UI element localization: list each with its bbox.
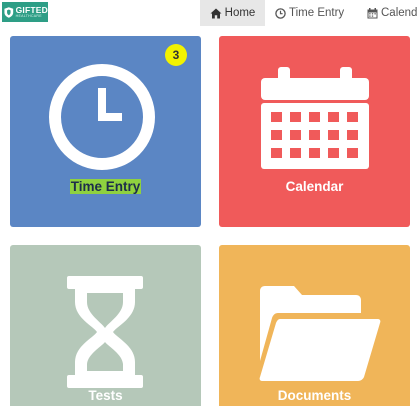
tile-tests[interactable]: Tests <box>10 245 201 406</box>
nav-home[interactable]: Home <box>200 0 265 26</box>
tile-documents[interactable]: Documents <box>219 245 410 406</box>
tile-time-entry[interactable]: 3 Time Entry <box>10 36 201 227</box>
top-navbar: GIFTED HEALTHCARE Home Time Entry Calend… <box>0 0 417 26</box>
nav-home-label: Home <box>224 7 256 19</box>
folder-open-icon <box>259 286 381 381</box>
hourglass-icon <box>67 276 143 388</box>
nav-calendar[interactable]: Calendar <box>367 0 417 26</box>
notification-badge: 3 <box>165 44 187 66</box>
brand-name: GIFTED <box>15 4 48 15</box>
clock-icon <box>275 7 286 19</box>
tile-tests-label: Tests <box>88 388 123 403</box>
brand-tagline: HEALTHCARE <box>15 14 42 18</box>
tile-time-entry-label: Time Entry <box>69 179 142 194</box>
calendar-icon <box>367 7 378 18</box>
tile-time-entry-label-wrap: Time Entry <box>10 179 201 194</box>
nav-time-entry[interactable]: Time Entry <box>275 0 344 26</box>
tile-calendar-label: Calendar <box>285 179 344 194</box>
nav-time-entry-label: Time Entry <box>289 7 345 19</box>
brand-logo[interactable]: GIFTED HEALTHCARE <box>2 2 48 22</box>
clock-icon <box>49 64 155 170</box>
tile-documents-label: Documents <box>277 388 352 403</box>
shield-icon <box>4 6 14 18</box>
nav-calendar-label: Calendar <box>381 7 417 19</box>
calendar-icon <box>261 67 369 169</box>
tile-calendar[interactable]: Calendar <box>219 36 410 227</box>
home-icon <box>210 8 222 18</box>
